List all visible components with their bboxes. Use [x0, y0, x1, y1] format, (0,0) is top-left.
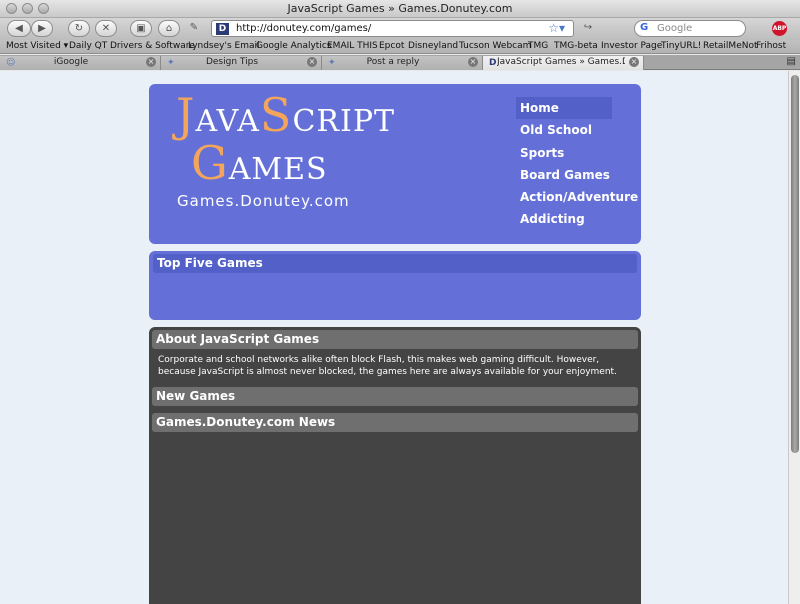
- bookmark-item[interactable]: Most Visited ▾: [6, 41, 68, 51]
- logo-letter: J: [176, 88, 196, 142]
- bookmark-item[interactable]: Frihost: [756, 41, 786, 51]
- bookmark-item[interactable]: RetailMeNot: [703, 41, 758, 51]
- bookmark-item[interactable]: TinyURL!: [661, 41, 701, 51]
- close-tab-icon[interactable]: ×: [468, 57, 478, 67]
- site-favicon-icon: D: [216, 23, 229, 35]
- bookmark-item[interactable]: Drivers & Software: [110, 41, 195, 51]
- tab-label: Design Tips: [205, 57, 259, 67]
- address-bar[interactable]: D http://donutey.com/games/ ☆▾: [211, 20, 574, 37]
- logo-letter: S: [259, 88, 293, 142]
- stop-button[interactable]: ✕: [95, 20, 117, 37]
- tab-igoogle[interactable]: ☺ iGoogle ×: [0, 56, 161, 70]
- search-placeholder: Google: [657, 23, 693, 34]
- window-title: JavaScript Games » Games.Donutey.com: [287, 2, 513, 15]
- bookmark-item[interactable]: EMAIL THIS: [327, 41, 378, 51]
- site-logo[interactable]: JAVASCRIPT: [176, 88, 395, 142]
- camera-icon: ▣: [136, 23, 146, 34]
- screenshot-button[interactable]: ▣: [130, 20, 152, 37]
- navigation-toolbar: ◀ ▶ ↻ ✕ ▣ ⌂ ✎ D http://donutey.com/games…: [0, 18, 800, 40]
- feather-icon: ✎: [189, 22, 199, 33]
- new-games-title: New Games: [152, 387, 638, 406]
- reload-button[interactable]: ↻: [68, 20, 90, 37]
- page-viewport: JAVASCRIPT GAMES Games.Donutey.com Home …: [0, 71, 788, 604]
- tab-javascript-games[interactable]: D JavaScript Games » Games.Don... ×: [483, 56, 644, 70]
- tab-post-a-reply[interactable]: ✦ Post a reply ×: [322, 56, 483, 70]
- bookmark-item[interactable]: Daily QT: [69, 41, 107, 51]
- tab-label: Post a reply: [366, 57, 420, 67]
- forward-button[interactable]: ▶: [31, 20, 53, 37]
- home-button[interactable]: ⌂: [158, 20, 180, 37]
- site-domain: Games.Donutey.com: [177, 192, 350, 210]
- forward-arrow-icon: ▶: [38, 23, 46, 34]
- bookmark-item[interactable]: Google Analytics: [256, 41, 331, 51]
- bookmark-star-icon[interactable]: ☆▾: [548, 21, 565, 35]
- nav-old-school[interactable]: Old School: [516, 119, 636, 141]
- scrollbar-thumb[interactable]: [791, 75, 799, 453]
- bookmark-item[interactable]: TMG: [528, 41, 548, 51]
- tab-label: iGoogle: [53, 57, 89, 67]
- tab-bar: ☺ iGoogle × ✦ Design Tips × ✦ Post a rep…: [0, 55, 800, 70]
- reload-icon: ↻: [74, 23, 84, 34]
- google-icon: G: [640, 22, 649, 33]
- nav-board-games[interactable]: Board Games: [516, 164, 636, 186]
- close-tab-icon[interactable]: ×: [146, 57, 156, 67]
- top-five-panel: Top Five Games: [149, 251, 641, 320]
- vertical-scrollbar[interactable]: [788, 71, 800, 604]
- title-bar: JavaScript Games » Games.Donutey.com: [0, 0, 800, 18]
- bookmarks-bar: Most Visited ▾ Daily QT Drivers & Softwa…: [0, 40, 800, 54]
- bookmark-item[interactable]: Lyndsey's Email: [188, 41, 259, 51]
- tab-design-tips[interactable]: ✦ Design Tips ×: [161, 56, 322, 70]
- site-favicon-icon: D: [489, 58, 497, 68]
- back-button[interactable]: ◀: [7, 20, 31, 37]
- tab-list-icon[interactable]: ▤: [787, 56, 796, 67]
- bookmark-item[interactable]: Epcot: [379, 41, 404, 51]
- main-menu: Home Old School Sports Board Games Actio…: [516, 97, 638, 231]
- adblock-plus-icon[interactable]: ABP: [772, 21, 787, 36]
- bookmark-item[interactable]: Investor Page: [601, 41, 662, 51]
- home-icon: ⌂: [165, 23, 173, 34]
- bookmark-item[interactable]: TMG-beta: [554, 41, 598, 51]
- logo-text: AMES: [228, 152, 328, 187]
- bookmark-item[interactable]: Disneyland: [408, 41, 458, 51]
- site-logo-line2[interactable]: GAMES: [191, 136, 328, 190]
- nav-home[interactable]: Home: [516, 97, 612, 120]
- site-header: JAVASCRIPT GAMES Games.Donutey.com Home …: [149, 84, 641, 244]
- go-arrow-icon: ↪: [583, 22, 593, 33]
- search-input[interactable]: G Google: [634, 20, 746, 37]
- logo-letter: G: [191, 136, 229, 190]
- url-text: http://donutey.com/games/: [236, 23, 372, 34]
- tools-button[interactable]: ✎: [184, 20, 204, 37]
- about-text: Corporate and school networks alike ofte…: [158, 355, 617, 377]
- close-tab-icon[interactable]: ×: [307, 57, 317, 67]
- tab-label: JavaScript Games » Games.Don...: [497, 57, 625, 67]
- nav-addicting[interactable]: Addicting: [516, 208, 636, 230]
- main-content-panel: About JavaScript Games Corporate and sch…: [149, 327, 641, 604]
- nav-action-adventure[interactable]: Action/Adventure: [516, 186, 638, 208]
- back-arrow-icon: ◀: [15, 23, 23, 34]
- logo-text: CRIPT: [292, 104, 396, 139]
- news-title: Games.Donutey.com News: [152, 413, 638, 432]
- go-button[interactable]: ↪: [580, 20, 596, 37]
- logo-text: AVA: [195, 104, 260, 139]
- stop-icon: ✕: [101, 23, 111, 34]
- about-title: About JavaScript Games: [152, 330, 638, 349]
- bookmark-item[interactable]: Tucson Webcam: [459, 41, 531, 51]
- nav-sports[interactable]: Sports: [516, 142, 636, 164]
- top-five-title: Top Five Games: [153, 254, 637, 273]
- close-tab-icon[interactable]: ×: [629, 57, 639, 67]
